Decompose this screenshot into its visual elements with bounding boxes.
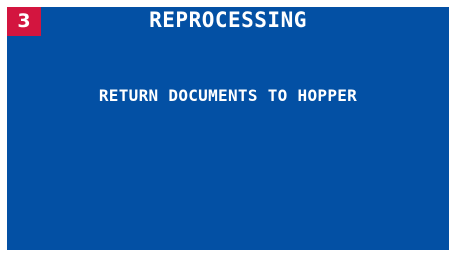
instruction-message: RETURN DOCUMENTS TO HOPPER	[98, 86, 358, 105]
screen-title: REPROCESSING	[149, 8, 307, 32]
display-screen: 3 REPROCESSING RETURN DOCUMENTS TO HOPPE…	[7, 7, 449, 250]
